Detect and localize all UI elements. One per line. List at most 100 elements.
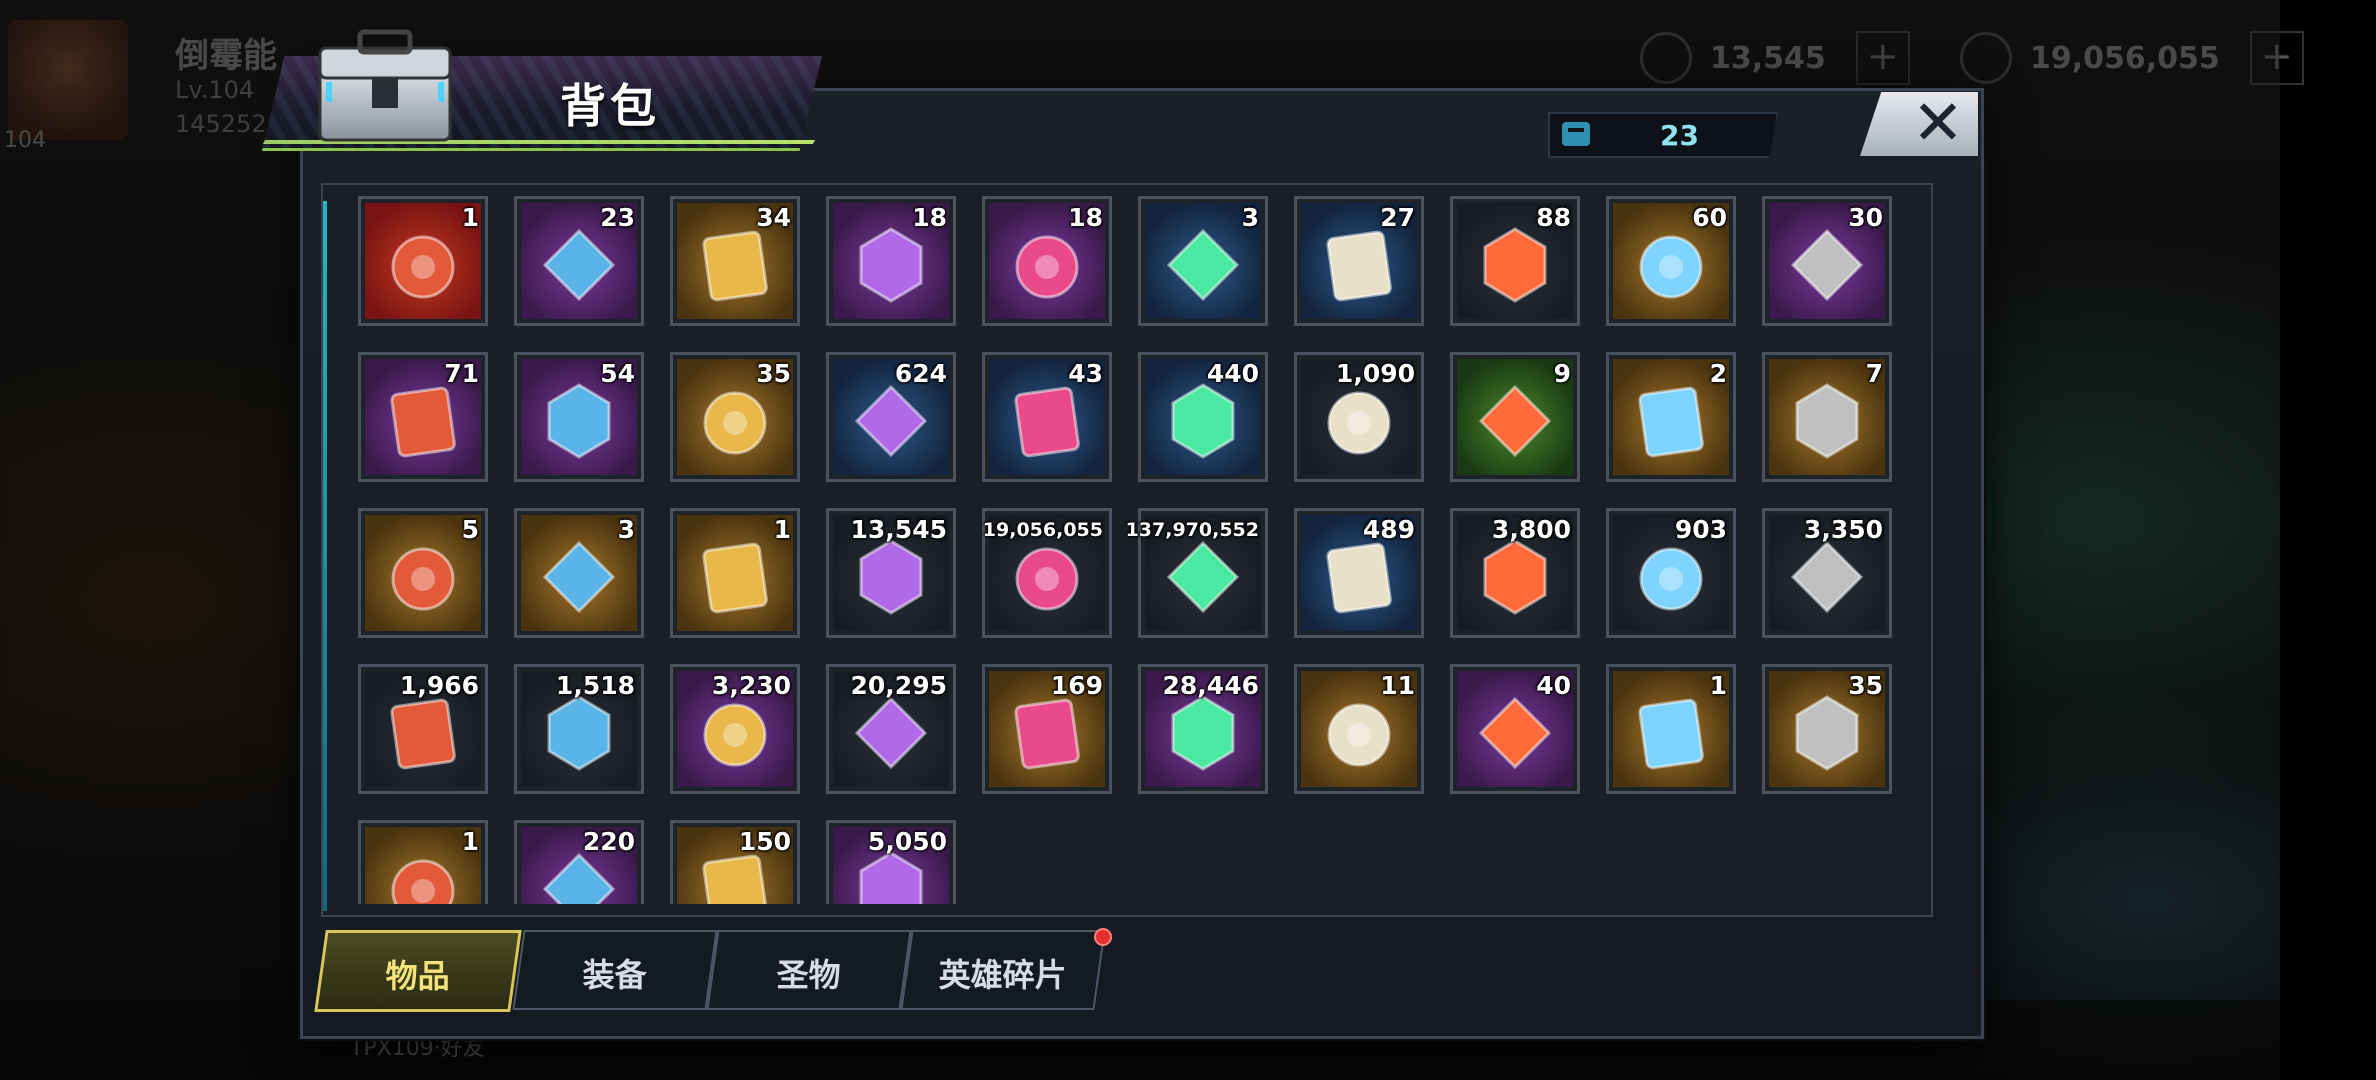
inventory-item[interactable]: 440 — [1138, 352, 1268, 482]
inventory-item[interactable]: 1,518 — [514, 664, 644, 794]
item-count: 440 — [1206, 359, 1259, 388]
pink-bottle-cap-icon — [390, 386, 456, 458]
inventory-item[interactable]: 40 — [1450, 664, 1580, 794]
blue-bottle-cap-icon — [1014, 386, 1080, 458]
gold-speedup-24h-icon — [702, 230, 768, 302]
item-count: 88 — [1536, 203, 1571, 232]
capacity-indicator: 23 — [1548, 112, 1778, 158]
tab-items[interactable]: 物品 — [314, 930, 522, 1012]
inventory-item[interactable]: 20,295 — [826, 664, 956, 794]
item-count: 71 — [444, 359, 479, 388]
blue-propeller-icon — [1638, 698, 1704, 770]
item-count: 220 — [582, 827, 635, 856]
inventory-item[interactable]: 903 — [1606, 508, 1736, 638]
inventory-item[interactable]: 60 — [1606, 196, 1736, 326]
inventory-item[interactable]: 19,056,055 — [982, 508, 1112, 638]
inventory-item[interactable]: 3 — [1138, 196, 1268, 326]
item-count: 3,800 — [1491, 515, 1571, 544]
poker-chip-icon — [1171, 383, 1235, 459]
item-count: 3 — [1241, 203, 1259, 232]
inventory-item[interactable]: 18 — [826, 196, 956, 326]
item-count: 1 — [461, 203, 479, 232]
inventory-item[interactable]: 27 — [1294, 196, 1424, 326]
inventory-item[interactable]: 150 — [670, 820, 800, 904]
green-battery-icon — [1166, 540, 1240, 614]
golden-fist-icon — [547, 695, 611, 771]
inventory-item[interactable]: 169 — [982, 664, 1112, 794]
tab-label: 圣物 — [776, 956, 841, 994]
inventory-item[interactable]: 1 — [358, 196, 488, 326]
item-count: 60 — [1692, 203, 1727, 232]
blueberry-icon — [703, 391, 767, 455]
item-count: 20,295 — [850, 671, 947, 700]
inventory-item[interactable]: 1,966 — [358, 664, 488, 794]
inventory-item[interactable]: 1,090 — [1294, 352, 1424, 482]
inventory-item[interactable]: 137,970,552 — [1126, 508, 1268, 638]
golden-orb-icon — [1639, 235, 1703, 299]
gold-shell-icon — [391, 859, 455, 904]
inventory-item[interactable]: 624 — [826, 352, 956, 482]
item-count: 137,970,552 — [1125, 519, 1259, 541]
notification-dot — [1094, 928, 1112, 946]
tab-label: 物品 — [385, 957, 450, 995]
item-count: 18 — [1068, 203, 1103, 232]
inventory-item[interactable]: 34 — [670, 196, 800, 326]
item-count: 40 — [1536, 671, 1571, 700]
inventory-item[interactable]: 88 — [1450, 196, 1580, 326]
item-count: 54 — [600, 359, 635, 388]
purple-crystal-icon — [859, 539, 923, 615]
puzzle-piece-icon — [703, 703, 767, 767]
inventory-item[interactable]: 11 — [1294, 664, 1424, 794]
inventory-item[interactable]: 5,050 — [826, 820, 956, 904]
inventory-item[interactable]: 35 — [1762, 664, 1892, 794]
inventory-item[interactable]: 3,230 — [670, 664, 800, 794]
capacity-value: 23 — [1660, 119, 1699, 152]
bag-capacity-icon — [1562, 122, 1590, 146]
bullet-icon — [1327, 391, 1391, 455]
inventory-item[interactable]: 2 — [1606, 352, 1736, 482]
page-title: 背包 — [560, 79, 660, 133]
inventory-item[interactable]: 3 — [514, 508, 644, 638]
eye-emblem-icon — [1790, 540, 1864, 614]
red-bottle-cap-icon — [1483, 227, 1547, 303]
inventory-item[interactable]: 220 — [514, 820, 644, 904]
inventory-item[interactable]: 1 — [1606, 664, 1736, 794]
inventory-item[interactable]: 3,800 — [1450, 508, 1580, 638]
item-count: 13,545 — [850, 515, 947, 544]
item-count: 35 — [756, 359, 791, 388]
inventory-item[interactable]: 35 — [670, 352, 800, 482]
scrollbar[interactable] — [323, 201, 327, 911]
item-count: 1,966 — [399, 671, 479, 700]
item-count: 3,350 — [1803, 515, 1883, 544]
boot-blueprint-icon — [1638, 386, 1704, 458]
inventory-item[interactable]: 43 — [982, 352, 1112, 482]
revolver-blueprint-icon — [1795, 383, 1859, 459]
item-count: 1 — [773, 515, 791, 544]
inventory-item[interactable]: 3,350 — [1762, 508, 1892, 638]
item-count: 11 — [1380, 671, 1415, 700]
screen-edge — [2280, 0, 2376, 1080]
inventory-item[interactable]: 1 — [670, 508, 800, 638]
inventory-item[interactable]: 9 — [1450, 352, 1580, 482]
inventory-item[interactable]: 5 — [358, 508, 488, 638]
item-count: 1 — [461, 827, 479, 856]
inventory-item[interactable]: 18 — [982, 196, 1112, 326]
tab-hero-shards[interactable]: 英雄碎片 — [900, 930, 1106, 1010]
inventory-item[interactable]: 23 — [514, 196, 644, 326]
inventory-item[interactable]: 30 — [1762, 196, 1892, 326]
gold-speedup-12h-icon — [1015, 235, 1079, 299]
inventory-item[interactable]: 28,446 — [1138, 664, 1268, 794]
gear-icon — [1483, 539, 1547, 615]
item-count: 43 — [1068, 359, 1103, 388]
inventory-item[interactable]: 489 — [1294, 508, 1424, 638]
item-count: 1,090 — [1335, 359, 1415, 388]
inventory-item[interactable]: 54 — [514, 352, 644, 482]
tab-equipment[interactable]: 装备 — [512, 930, 718, 1010]
inventory-item[interactable]: 7 — [1762, 352, 1892, 482]
inventory-item[interactable]: 1 — [358, 820, 488, 904]
tab-relics[interactable]: 圣物 — [706, 930, 912, 1010]
item-count: 903 — [1674, 515, 1727, 544]
cinema-ticket-icon — [854, 384, 928, 458]
inventory-item[interactable]: 13,545 — [826, 508, 956, 638]
inventory-item[interactable]: 71 — [358, 352, 488, 482]
